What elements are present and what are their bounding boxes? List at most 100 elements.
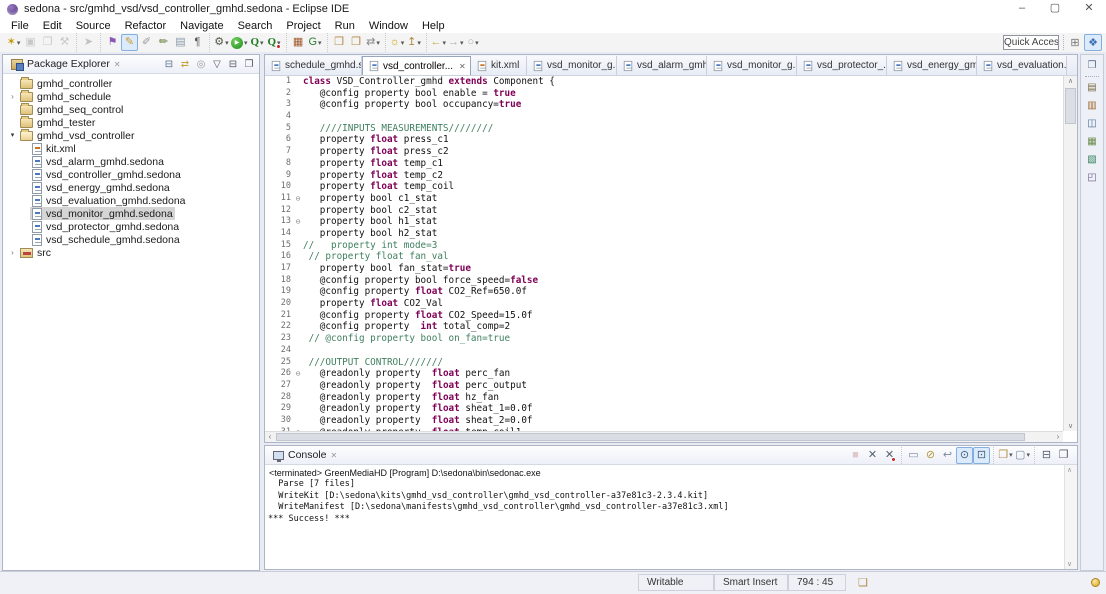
- view-close-icon[interactable]: ✕: [114, 60, 121, 69]
- console-vertical-scrollbar[interactable]: ∧ ∨: [1064, 465, 1077, 569]
- open-perspective-icon[interactable]: ⊞: [1066, 34, 1084, 51]
- debug-icon[interactable]: ⚙▾: [213, 34, 230, 51]
- tab-close-icon[interactable]: ✕: [459, 62, 466, 71]
- tree-item-gmhd-seq-control[interactable]: gmhd_seq_control: [3, 103, 259, 116]
- scroll-left-icon[interactable]: ‹: [265, 432, 275, 442]
- pin-editor-icon[interactable]: ↥▾: [406, 34, 423, 51]
- sedona-doc-icon[interactable]: ▤: [172, 34, 189, 51]
- link-with-editor-icon[interactable]: ⇄: [177, 57, 193, 72]
- scroll-lock-icon[interactable]: ⊘: [922, 447, 939, 464]
- collapse-all-icon[interactable]: ⊟: [161, 57, 177, 72]
- editor-tab-vsd-monitor-g-[interactable]: vsd_monitor_g...: [707, 56, 797, 75]
- editor-horizontal-scrollbar[interactable]: ‹ ›: [265, 431, 1063, 442]
- tree-item-vsd-alarm-gmhd-sedona[interactable]: vsd_alarm_gmhd.sedona: [3, 155, 259, 168]
- tree-item-vsd-monitor-gmhd-sedona[interactable]: vsd_monitor_gmhd.sedona: [3, 207, 259, 220]
- menu-refactor[interactable]: Refactor: [118, 20, 174, 32]
- link-editor-icon[interactable]: ⇄▾: [365, 34, 382, 51]
- minimized-view-4-icon[interactable]: ▦: [1083, 134, 1101, 149]
- coverage-icon[interactable]: Q▾: [249, 34, 266, 51]
- project-tree[interactable]: gmhd_controller›gmhd_schedulegmhd_seq_co…: [3, 74, 259, 259]
- fold-marker-icon[interactable]: ⊖: [293, 216, 303, 228]
- next-annotation-icon[interactable]: ○▾: [465, 34, 482, 51]
- minimize-view-icon[interactable]: ⊟: [225, 57, 241, 72]
- editor-tab-vsd-protector-[interactable]: vsd_protector_...: [797, 56, 887, 75]
- restore-views-icon[interactable]: ❐: [1083, 58, 1101, 73]
- tree-item-vsd-schedule-gmhd-sedona[interactable]: vsd_schedule_gmhd.sedona: [3, 233, 259, 246]
- minimize-view-icon[interactable]: ⊟: [1038, 447, 1055, 464]
- tab-console[interactable]: Console ✕: [267, 446, 343, 464]
- tree-expander-icon[interactable]: ›: [7, 246, 18, 259]
- word-wrap-icon[interactable]: ↩: [939, 447, 956, 464]
- update-site-icon[interactable]: G▾: [307, 34, 324, 51]
- scroll-down-icon[interactable]: ∨: [1064, 422, 1077, 430]
- maximize-view-icon[interactable]: ❐: [241, 57, 257, 72]
- window-minimize-button[interactable]: –: [1007, 0, 1037, 17]
- sedona-clean-icon[interactable]: ✐: [138, 34, 155, 51]
- console-scroll-up-icon[interactable]: ∧: [1067, 466, 1072, 474]
- menu-source[interactable]: Source: [69, 20, 118, 32]
- save-all-icon[interactable]: ❐: [39, 34, 56, 51]
- sedona-edit-icon[interactable]: ✏: [155, 34, 172, 51]
- editor-tab-vsd-controller-[interactable]: vsd_controller...✕: [362, 56, 471, 75]
- sedona-kit-icon[interactable]: ⚑: [104, 34, 121, 51]
- tree-expander-icon[interactable]: ▾: [7, 129, 18, 142]
- editor-tab-vsd-monitor-g-[interactable]: vsd_monitor_g...: [527, 56, 617, 75]
- tab-package-explorer[interactable]: Package Explorer ✕: [5, 55, 127, 73]
- tree-item-kit-xml[interactable]: kit.xml: [3, 142, 259, 155]
- tree-expander-icon[interactable]: ›: [7, 90, 18, 103]
- console-close-icon[interactable]: ✕: [331, 451, 338, 460]
- display-console-icon[interactable]: ▢▾: [1014, 447, 1031, 464]
- clear-console-icon[interactable]: ▭: [905, 447, 922, 464]
- focus-icon[interactable]: ◎: [193, 57, 209, 72]
- menu-edit[interactable]: Edit: [36, 20, 69, 32]
- minimized-view-3-icon[interactable]: ◫: [1083, 116, 1101, 131]
- tree-item-gmhd-vsd-controller[interactable]: ▾gmhd_vsd_controller: [3, 129, 259, 142]
- tree-item-vsd-protector-gmhd-sedona[interactable]: vsd_protector_gmhd.sedona: [3, 220, 259, 233]
- last-edit-location-icon[interactable]: ☼▾: [389, 34, 406, 51]
- run-icon[interactable]: ▶▾: [230, 34, 249, 51]
- remove-launch-icon[interactable]: ✕: [864, 447, 881, 464]
- pin-console-icon[interactable]: ⊙: [956, 447, 973, 464]
- remove-all-launches-icon[interactable]: ✕: [881, 447, 898, 464]
- editor-vscroll-thumb[interactable]: [1065, 88, 1076, 124]
- selection-tool-icon[interactable]: ➤: [80, 34, 97, 51]
- scroll-right-icon[interactable]: ›: [1053, 432, 1063, 442]
- editor-tab-kit-xml[interactable]: kit.xml: [471, 56, 527, 75]
- maximize-view-icon[interactable]: ❐: [1055, 447, 1072, 464]
- scroll-up-icon[interactable]: ∧: [1064, 77, 1077, 85]
- console-output[interactable]: Parse [7 files] WriteKit [D:\sedona\kits…: [265, 479, 1077, 525]
- tree-item-vsd-controller-gmhd-sedona[interactable]: vsd_controller_gmhd.sedona: [3, 168, 259, 181]
- forward-icon[interactable]: →▾: [447, 34, 465, 51]
- build-all-icon[interactable]: ⚒: [56, 34, 73, 51]
- menu-project[interactable]: Project: [279, 20, 327, 32]
- edit-status-icon[interactable]: ❏: [858, 576, 868, 589]
- code-editor[interactable]: 1class VSD_Controller_gmhd extends Compo…: [266, 76, 1063, 431]
- open-type-icon[interactable]: ❒: [331, 34, 348, 51]
- editor-tab-vsd-evaluation-[interactable]: vsd_evaluation...: [977, 56, 1067, 75]
- show-whitespace-icon[interactable]: ¶: [189, 34, 206, 51]
- console-scroll-down-icon[interactable]: ∨: [1067, 560, 1072, 568]
- back-icon[interactable]: ←▾: [430, 34, 448, 51]
- menu-navigate[interactable]: Navigate: [173, 20, 230, 32]
- fold-marker-icon[interactable]: ⊖: [293, 368, 303, 380]
- sedona-perspective-icon[interactable]: ❖: [1084, 34, 1102, 51]
- view-menu-icon[interactable]: ▽: [209, 57, 225, 72]
- editor-vertical-scrollbar[interactable]: ∧ ∨: [1063, 76, 1077, 431]
- tree-item-gmhd-schedule[interactable]: ›gmhd_schedule: [3, 90, 259, 103]
- show-on-output-icon[interactable]: ⊡: [973, 447, 990, 464]
- menu-file[interactable]: File: [4, 20, 36, 32]
- minimized-view-6-icon[interactable]: ◰: [1083, 170, 1101, 185]
- window-maximize-button[interactable]: ▢: [1040, 0, 1070, 17]
- save-icon[interactable]: ▣: [22, 34, 39, 51]
- menu-run[interactable]: Run: [328, 20, 362, 32]
- tree-item-vsd-energy-gmhd-sedona[interactable]: vsd_energy_gmhd.sedona: [3, 181, 259, 194]
- menu-window[interactable]: Window: [362, 20, 415, 32]
- quick-access-input[interactable]: Quick Access: [1003, 35, 1059, 50]
- window-close-button[interactable]: ✕: [1074, 0, 1104, 17]
- editor-tab-vsd-energy-gm-[interactable]: vsd_energy_gm...: [887, 56, 977, 75]
- open-console-icon[interactable]: ❐▾: [997, 447, 1014, 464]
- editor-hscroll-thumb[interactable]: [276, 433, 1025, 441]
- terminate-icon[interactable]: ■: [847, 447, 864, 464]
- minimized-view-5-icon[interactable]: ▧: [1083, 152, 1101, 167]
- tree-item-src[interactable]: ›src: [3, 246, 259, 259]
